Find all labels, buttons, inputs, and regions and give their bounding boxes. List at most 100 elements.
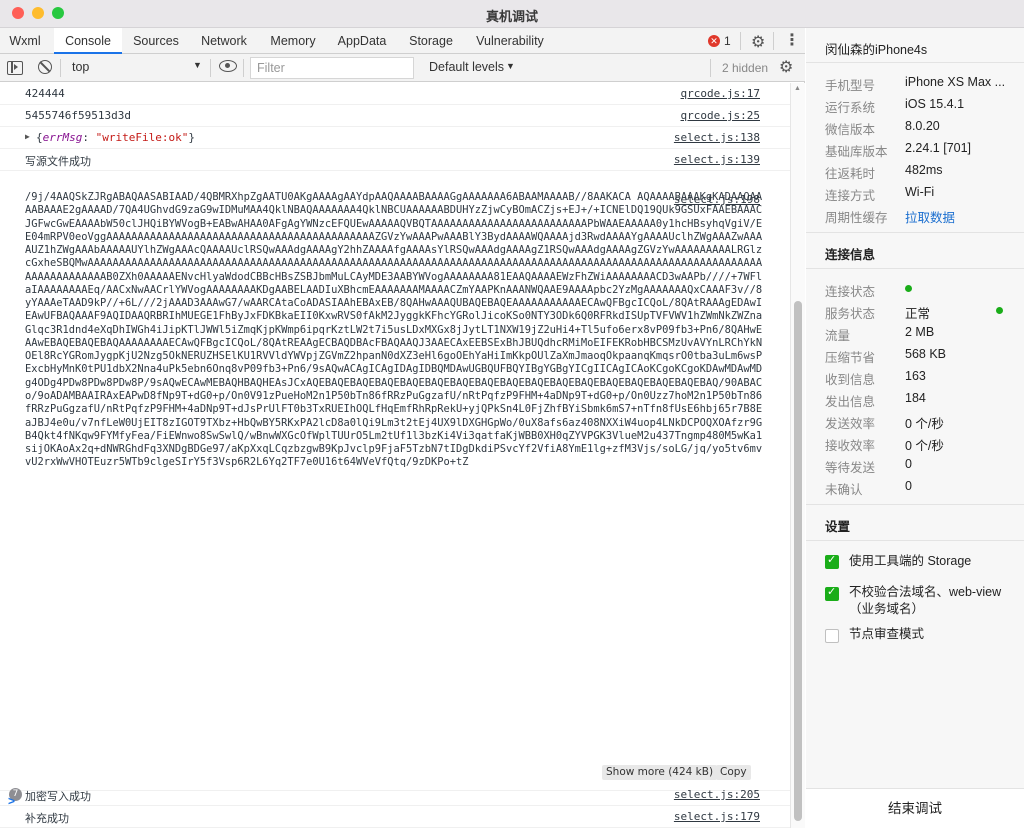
info-key: 往返耗时 <box>825 167 876 181</box>
inspect-mode-checkbox[interactable] <box>825 629 839 643</box>
conn-value: 0 个/秒 <box>905 417 944 431</box>
conn-key: 服务状态 <box>825 307 876 321</box>
conn-value: 568 KB <box>905 347 947 361</box>
console-row: 7 加密写入成功 select.js:205 <box>0 784 790 806</box>
connection-status-dot <box>905 285 912 292</box>
tab-network[interactable]: Network <box>192 28 256 54</box>
source-link[interactable]: select.js:138 <box>674 131 760 144</box>
info-value: 2.24.1 [701] <box>905 141 972 155</box>
device-panel: 闵仙森的iPhone4s 手机型号 iPhone XS Max ... 运行系统… <box>806 28 1024 828</box>
console-row: 5455746f59513d3d qrcode.js:25 <box>0 105 790 127</box>
conn-key: 等待发送 <box>825 461 876 475</box>
conn-value: 163 <box>905 369 926 383</box>
settings-section-title: 设置 <box>825 520 851 534</box>
conn-key: 收到信息 <box>825 373 876 387</box>
inspect-mode-label[interactable]: 节点审查模式 <box>849 626 1009 643</box>
console-row: 写源文件成功 select.js:139 <box>0 149 790 171</box>
gear-icon[interactable]: ⚙ <box>751 32 765 52</box>
source-link[interactable]: qrcode.js:17 <box>681 87 760 100</box>
fetch-data-link[interactable]: 拉取数据 <box>905 207 955 226</box>
log-object[interactable]: {errMsg: "writeFile:ok"} <box>36 131 195 144</box>
conn-key: 连接状态 <box>825 285 876 299</box>
console-scrollbar[interactable]: ▲ <box>790 83 805 828</box>
tab-console[interactable]: Console <box>54 28 122 54</box>
tab-wxml[interactable]: Wxml <box>0 28 50 54</box>
expand-arrow-icon[interactable]: ▶ <box>25 132 30 141</box>
storage-checkbox-label[interactable]: 使用工具端的 Storage <box>849 553 1009 570</box>
console-output[interactable]: 424444 qrcode.js:17 5455746f59513d3d qrc… <box>0 83 790 828</box>
object-value: "writeFile:ok" <box>95 131 189 144</box>
copy-button[interactable]: Copy <box>716 765 751 780</box>
service-status-dot <box>996 307 1003 314</box>
log-text: 补充成功 <box>25 812 69 825</box>
source-link[interactable]: select.js:179 <box>674 810 760 823</box>
tab-storage[interactable]: Storage <box>400 28 462 54</box>
source-link[interactable]: qrcode.js:25 <box>681 109 760 122</box>
source-link[interactable]: select.js:205 <box>674 788 760 801</box>
domain-check-checkbox[interactable]: ✓ <box>825 586 839 601</box>
conn-value: 0 <box>905 479 912 493</box>
chevron-down-icon[interactable]: ▼ <box>193 60 202 70</box>
conn-value: 2 MB <box>905 325 935 339</box>
storage-checkbox[interactable]: ✓ <box>825 554 839 569</box>
devtools-panel: Wxml Console Sources Network Memory AppD… <box>0 28 805 828</box>
devtools-window: 真机调试 Wxml Console Sources Network Memory… <box>0 0 1024 828</box>
console-prompt[interactable]: > <box>8 794 15 808</box>
base64-head: /9j/4AAQSkZJRgABAQAASABIAAD/4QBMRXhpZgAA… <box>25 191 763 416</box>
clear-console-icon[interactable] <box>38 60 52 74</box>
info-key: 手机型号 <box>825 79 876 93</box>
eye-icon[interactable] <box>219 60 237 72</box>
console-toolbar: top ▼ Filter Default levels ▼ 2 hidden ⚙ <box>0 54 805 82</box>
filter-input[interactable]: Filter <box>250 57 414 79</box>
conn-key: 压缩节省 <box>825 351 876 365</box>
error-count: 1 <box>724 34 731 48</box>
tab-memory[interactable]: Memory <box>262 28 324 54</box>
info-key: 运行系统 <box>825 101 876 115</box>
conn-key: 发送效率 <box>825 417 876 431</box>
info-value: iOS 15.4.1 <box>905 97 965 111</box>
check-icon: ✓ <box>827 554 837 566</box>
source-link[interactable]: select.js:139 <box>674 153 760 166</box>
error-icon[interactable]: ✕ <box>708 35 720 47</box>
panel-tab-bar: Wxml Console Sources Network Memory AppD… <box>0 28 805 54</box>
conn-key: 流量 <box>825 329 851 343</box>
scrollbar-thumb[interactable] <box>794 301 802 821</box>
conn-value: 正常 <box>905 307 931 321</box>
console-row[interactable]: ▶ {errMsg: "writeFile:ok"} select.js:138 <box>0 127 790 149</box>
info-value: 482ms <box>905 163 943 177</box>
tab-sources[interactable]: Sources <box>124 28 188 54</box>
log-text: 加密写入成功 <box>25 790 91 803</box>
end-debug-button[interactable]: 结束调试 <box>806 788 1024 828</box>
sidebar-toggle-icon[interactable] <box>7 61 23 75</box>
title-bar: 真机调试 <box>0 0 1024 28</box>
console-settings-gear-icon[interactable]: ⚙ <box>779 57 793 77</box>
check-icon: ✓ <box>827 586 837 598</box>
conn-value: 0 个/秒 <box>905 439 944 453</box>
log-text: 写源文件成功 <box>25 155 91 168</box>
levels-dropdown[interactable]: Default levels <box>429 60 504 74</box>
conn-value: 0 <box>905 457 912 471</box>
domain-check-label[interactable]: 不校验合法域名、web-view（业务域名） <box>849 584 1009 618</box>
info-value: iPhone XS Max ... <box>905 75 1006 89</box>
info-value: 8.0.20 <box>905 119 940 133</box>
chevron-down-icon[interactable]: ▼ <box>506 61 515 71</box>
connection-section-title: 连接信息 <box>825 248 876 262</box>
show-more-button[interactable]: Show more (424 kB) <box>602 765 718 780</box>
base64-log-text: /9j/4AAQSkZJRgABAQAASABIAAD/4QBMRXhpZgAA… <box>25 191 763 776</box>
context-select[interactable]: top <box>72 60 89 74</box>
info-key: 连接方式 <box>825 189 876 203</box>
window-title: 真机调试 <box>485 9 538 24</box>
tab-appdata[interactable]: AppData <box>330 28 394 54</box>
device-name: 闵仙森的iPhone4s <box>825 43 928 57</box>
conn-key: 发出信息 <box>825 395 876 409</box>
info-key: 基础库版本 <box>825 145 888 159</box>
console-row: 补充成功 select.js:179 <box>0 806 790 828</box>
more-options-icon[interactable]: ⋮ <box>784 30 800 50</box>
tab-vulnerability[interactable]: Vulnerability <box>468 28 552 54</box>
info-key: 周期性缓存 <box>825 211 888 225</box>
conn-key: 未确认 <box>825 483 863 497</box>
conn-value: 184 <box>905 391 926 405</box>
hidden-count: 2 hidden <box>722 61 769 75</box>
scroll-up-icon[interactable]: ▲ <box>794 85 801 92</box>
console-row: 424444 qrcode.js:17 <box>0 83 790 105</box>
